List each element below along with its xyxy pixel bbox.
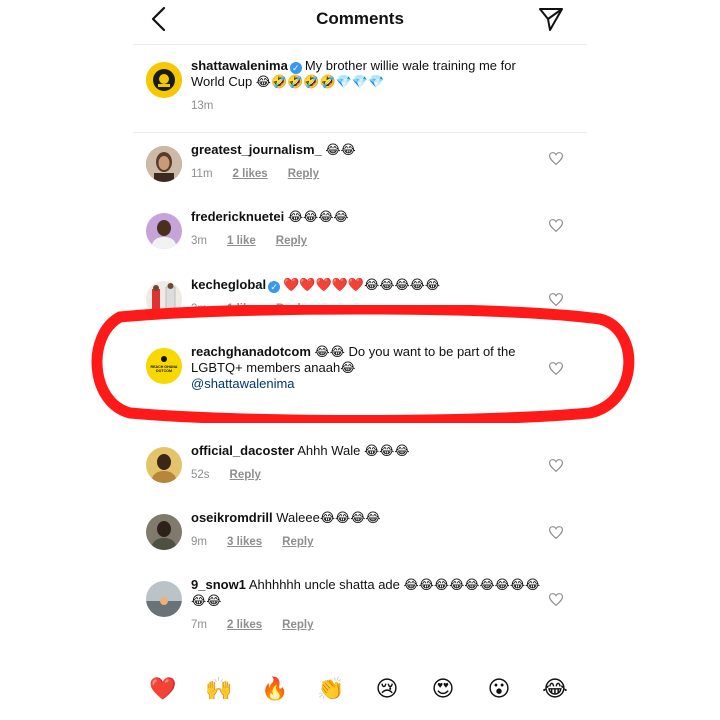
likes-link[interactable]: 1 like [227, 235, 256, 247]
comment-time: 3m [191, 303, 207, 315]
page-title: Comments [316, 9, 404, 28]
comment-time: 7m [191, 619, 207, 631]
caption-divider [133, 132, 587, 133]
mention-link[interactable]: @shattawalenima [191, 376, 295, 391]
reaction-bar: ❤️ 🙌 🔥 👏 😢 😍 😮 😂 [133, 672, 587, 708]
heart-icon[interactable] [549, 219, 563, 232]
avatar[interactable] [146, 62, 182, 98]
heart-icon[interactable] [549, 293, 563, 306]
likes-link[interactable]: 1 like [227, 303, 256, 315]
verified-badge-icon: ✓ [268, 281, 281, 293]
reply-button[interactable]: Reply [282, 619, 313, 631]
reach-ghana-logo-icon: REACH GHANA DOTCOM [146, 348, 182, 384]
user-photo-icon [146, 281, 182, 317]
likes-link[interactable]: 2 likes [227, 619, 262, 631]
comment-time: 3m [191, 235, 207, 247]
comment-text: 😂😂 [325, 142, 356, 157]
comments-header: Comments [0, 0, 720, 42]
comment-text: Waleee😂😂😂😂 [276, 510, 381, 525]
reply-button[interactable]: Reply [276, 303, 307, 315]
avatar[interactable] [146, 581, 182, 617]
user-photo-icon [146, 514, 182, 550]
paper-plane-icon[interactable] [538, 6, 564, 32]
avatar[interactable] [146, 213, 182, 249]
heart-icon[interactable] [549, 152, 563, 165]
avatar[interactable] [146, 281, 182, 317]
heart-icon[interactable] [549, 526, 563, 539]
user-photo-icon [146, 146, 182, 182]
reaction-heart-eyes[interactable]: 😍 [428, 672, 458, 706]
reply-button[interactable]: Reply [230, 469, 261, 481]
comment-username[interactable]: 9_snow1 [191, 577, 246, 592]
sunset-photo-icon [146, 581, 182, 617]
comment-text: 😂😂😂😂 [287, 209, 349, 224]
heart-icon[interactable] [549, 593, 563, 606]
reaction-laughing[interactable]: 😂 [540, 672, 570, 706]
reaction-surprised[interactable]: 😮 [484, 672, 514, 706]
lion-logo-icon [146, 62, 182, 98]
comment-username[interactable]: fredericknuetei [191, 209, 284, 224]
comment-text: ❤️❤️❤️❤️❤️😂😂😂😂😂 [283, 277, 441, 292]
reply-button[interactable]: Reply [288, 168, 319, 180]
svg-text:DOTCOM: DOTCOM [156, 369, 172, 373]
avatar[interactable]: REACH GHANA DOTCOM [146, 348, 182, 384]
avatar[interactable] [146, 447, 182, 483]
heart-icon[interactable] [549, 362, 563, 375]
heart-icon[interactable] [549, 459, 563, 472]
reaction-fire[interactable]: 🔥 [260, 672, 290, 706]
reaction-clap[interactable]: 👏 [316, 672, 346, 706]
comment-username[interactable]: official_dacoster [191, 443, 294, 458]
verified-badge-icon: ✓ [289, 62, 302, 74]
reaction-raised-hands[interactable]: 🙌 [204, 672, 234, 706]
likes-link[interactable]: 2 likes [233, 168, 268, 180]
avatar[interactable] [146, 146, 182, 182]
likes-link[interactable]: 3 likes [227, 536, 262, 548]
comment-text: Ahhh Wale 😂😂😂 [297, 443, 410, 458]
user-photo-icon [146, 213, 182, 249]
comment-username[interactable]: greatest_journalism_ [191, 142, 322, 157]
reaction-crying[interactable]: 😢 [372, 672, 402, 706]
comment-time: 52s [191, 469, 210, 481]
reply-button[interactable]: Reply [276, 235, 307, 247]
comment-time: 9m [191, 536, 207, 548]
header-divider [133, 44, 587, 45]
user-photo-icon [146, 447, 182, 483]
avatar[interactable] [146, 514, 182, 550]
comment-username[interactable]: reachghanadotcom [191, 344, 311, 359]
reply-button[interactable]: Reply [282, 536, 313, 548]
comment-time: 11m [191, 168, 213, 180]
reaction-heart[interactable]: ❤️ [148, 672, 178, 706]
comment-username[interactable]: kecheglobal [191, 277, 266, 292]
comment-time: 13m [191, 100, 214, 112]
comment-username[interactable]: shattawalenima [191, 58, 288, 73]
comment-username[interactable]: oseikromdrill [191, 510, 273, 525]
